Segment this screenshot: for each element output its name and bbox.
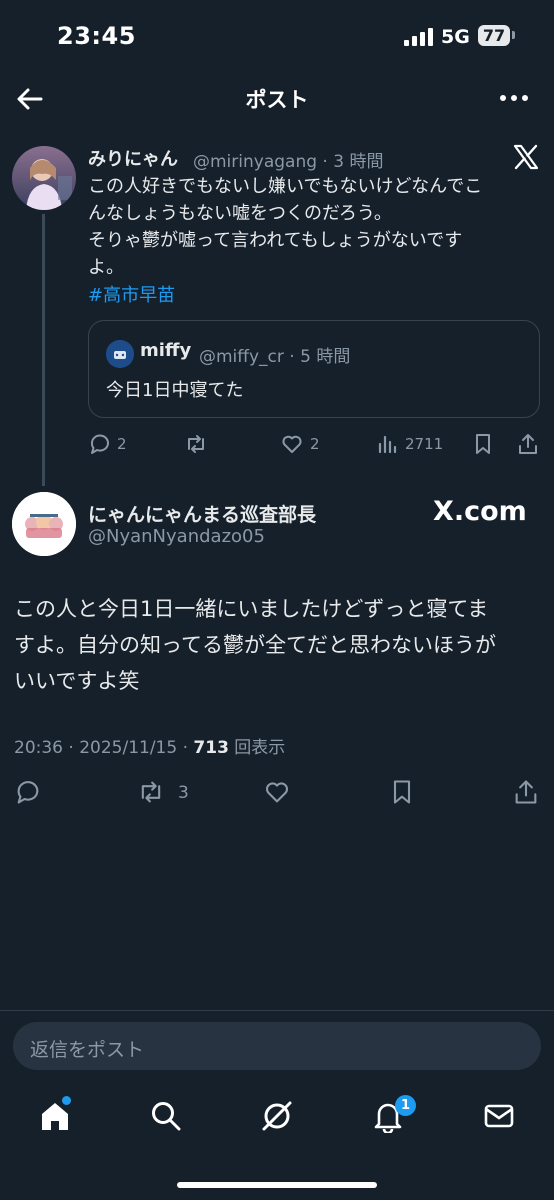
home-indicator xyxy=(177,1182,377,1188)
signal-icon xyxy=(404,28,434,46)
avatar[interactable] xyxy=(12,492,76,556)
divider xyxy=(0,1010,554,1011)
search-icon[interactable] xyxy=(149,1099,183,1133)
share-icon[interactable] xyxy=(516,432,540,456)
grok-icon[interactable] xyxy=(260,1099,294,1133)
view-count: 2711 xyxy=(405,435,444,453)
tweet-datetime: 20:36 · 2025/11/15 · xyxy=(14,738,194,758)
reply-icon[interactable] xyxy=(88,432,112,456)
tweet-text-line: そりゃ鬱が嘘って言われてもしょうがないです xyxy=(88,230,463,251)
tweet-text-line: よ。 xyxy=(88,257,124,278)
tweet-meta: 20:36 · 2025/11/15 · 713 回表示 xyxy=(14,733,285,758)
retweet-count: 3 xyxy=(178,783,189,803)
notification-badge: 1 xyxy=(395,1095,416,1116)
quoted-tweet-text: 今日1日中寝てた xyxy=(106,380,244,401)
battery-icon: 77 xyxy=(478,25,510,46)
tweet-text-line: すよ。自分の知ってる鬱が全てだと思わないほうが xyxy=(14,633,496,657)
bookmark-icon[interactable] xyxy=(471,432,495,456)
like-count: 2 xyxy=(310,435,320,453)
like-icon[interactable] xyxy=(262,778,292,806)
tweet-text-line: この人好きでもないし嫌いでもないけどなんでこ xyxy=(88,176,483,197)
author-handle-time: @mirinyagang · 3 時間 xyxy=(193,152,384,172)
tweet-text-line: いいですよ笑 xyxy=(14,669,140,693)
views-icon[interactable] xyxy=(376,432,400,456)
status-bar: 23:45 5G 77 xyxy=(0,0,554,72)
network-type: 5G xyxy=(441,26,470,48)
views-label: 回表示 xyxy=(228,738,286,758)
tweet-text: この人と今日1日一緒にいましたけどずっと寝てま すよ。自分の知ってる鬱が全てだと… xyxy=(14,591,540,699)
share-icon[interactable] xyxy=(512,778,540,806)
author-handle: @NyanNyandazo05 xyxy=(88,526,265,547)
retweet-icon[interactable] xyxy=(136,778,166,806)
quoted-author-handle-time: @miffy_cr · 5 時間 xyxy=(199,347,351,367)
reply-count: 2 xyxy=(117,435,127,453)
xcom-watermark: X.com xyxy=(433,496,527,527)
quoted-tweet[interactable] xyxy=(88,320,540,418)
reply-placeholder: 返信をポスト xyxy=(30,1039,145,1061)
x-logo-icon xyxy=(513,144,539,170)
avatar[interactable] xyxy=(12,146,76,210)
tweet-text-line: この人と今日1日一緒にいましたけどずっと寝てま xyxy=(14,597,489,621)
hashtag-link[interactable]: #高市早苗 xyxy=(88,281,175,307)
retweet-icon[interactable] xyxy=(184,432,208,456)
quoted-avatar xyxy=(106,340,134,368)
page-title: ポスト xyxy=(245,88,309,112)
status-time: 23:45 xyxy=(57,22,136,50)
author-name[interactable]: にゃんにゃんまる巡査部長 xyxy=(88,500,316,527)
messages-icon[interactable] xyxy=(482,1099,516,1133)
author-name[interactable]: みりにゃん xyxy=(88,145,178,171)
reply-icon[interactable] xyxy=(14,778,42,806)
tweet-text-line: んなしょうもない嘘をつくのだろう。 xyxy=(88,203,392,224)
quoted-author-name: miffy xyxy=(140,340,192,361)
like-icon[interactable] xyxy=(280,432,304,456)
tweet-text: この人好きでもないし嫌いでもないけどなんでこ んなしょうもない嘘をつくのだろう。… xyxy=(88,173,533,281)
bookmark-icon[interactable] xyxy=(388,778,416,806)
more-icon[interactable] xyxy=(498,88,530,108)
battery-nub xyxy=(512,31,515,39)
thread-line xyxy=(42,214,45,486)
tweet-view-count[interactable]: 713 xyxy=(193,738,229,758)
home-unread-dot xyxy=(62,1096,71,1105)
